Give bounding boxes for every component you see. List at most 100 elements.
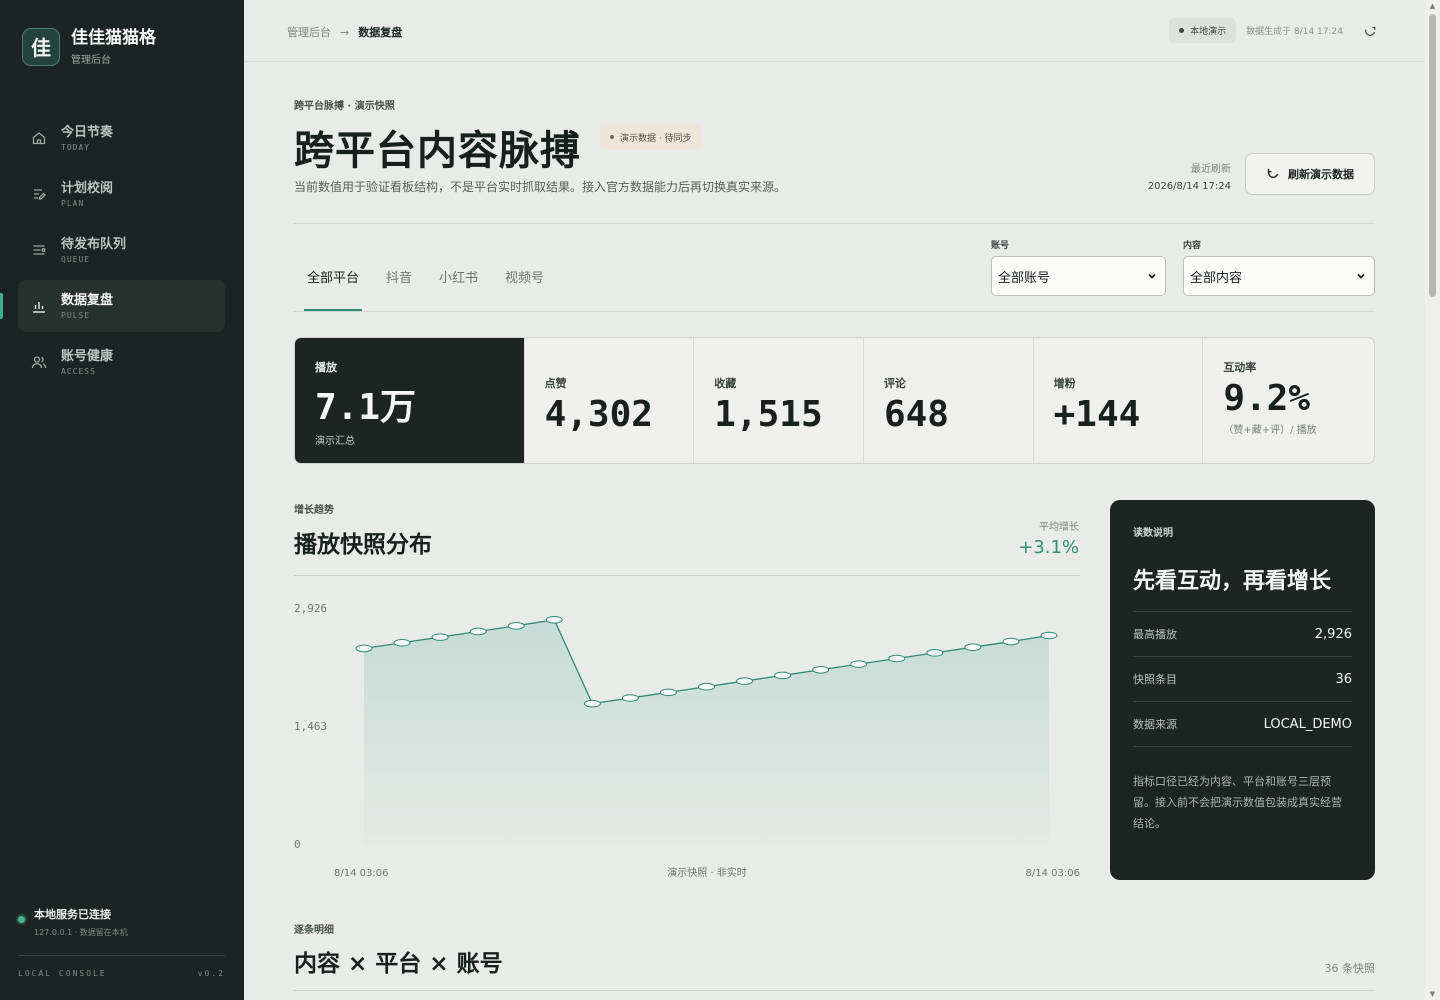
- page-title: 跨平台内容脉搏: [294, 128, 581, 174]
- scroll-thumb[interactable]: [1429, 14, 1436, 297]
- data-point[interactable]: [850, 660, 868, 668]
- data-point[interactable]: [545, 615, 563, 624]
- card-title: 先看互动，再看增长: [1133, 569, 1332, 594]
- stat-label: 收藏: [714, 377, 737, 390]
- data-point[interactable]: [698, 682, 715, 691]
- stat-note: （赞+藏+评）/ 播放: [1223, 425, 1317, 436]
- avg-growth: 平均增长 +3.1%: [1018, 518, 1079, 558]
- page-scrollbar[interactable]: ▲ ▼: [1425, 0, 1440, 1000]
- stat-label: 评论: [883, 377, 906, 390]
- sidebar-item-queue[interactable]: 待发布队列 QUEUE: [18, 224, 225, 276]
- data-point[interactable]: [1002, 637, 1020, 646]
- sidebar-item-sub: QUEUE: [61, 254, 91, 264]
- server-status: 本地服务已连接 127.0.0.1 · 数据留在本机: [18, 906, 128, 938]
- tab-shipinhao[interactable]: 视频号: [505, 262, 544, 291]
- trend-title: 播放快照分布: [294, 532, 432, 558]
- data-point[interactable]: [812, 665, 830, 674]
- avg-growth-value: +3.1%: [1018, 537, 1079, 558]
- hero-eyebrow: 跨平台脉搏 · 演示快照: [294, 101, 395, 112]
- sidebar-item-plan[interactable]: 计划校阅 PLAN: [18, 168, 225, 220]
- scroll-down-icon[interactable]: ▼: [1428, 990, 1437, 998]
- sidebar-item-sub: TODAY: [61, 142, 91, 152]
- data-point[interactable]: [774, 671, 792, 680]
- x-tick-label: 8/14 03:06: [334, 868, 388, 879]
- topbar: 管理后台 → 数据复盘 本地演示 数据生成于 8/14 17:24: [244, 0, 1425, 62]
- data-point[interactable]: [393, 638, 411, 647]
- page-description: 当前数值用于验证看板结构，不是平台实时抓取结果。接入官方数据能力后再切换真实来源…: [294, 180, 787, 194]
- divider: [18, 955, 225, 956]
- content-select[interactable]: 全部内容: [1183, 256, 1375, 296]
- x-tick-label: 8/14 03:06: [1026, 868, 1080, 879]
- plan-icon: [30, 185, 48, 203]
- stat-label: 播放: [315, 361, 337, 374]
- info-value: 36: [1335, 671, 1352, 687]
- data-point[interactable]: [926, 649, 944, 657]
- refresh-demo-data-label: 刷新演示数据: [1288, 168, 1354, 181]
- info-row-snapshot-count: 快照条目 36: [1133, 657, 1352, 702]
- series-area: [364, 619, 1049, 844]
- data-point[interactable]: [507, 622, 525, 630]
- content-filter-label: 内容: [1183, 241, 1202, 251]
- dot-icon: [610, 135, 614, 139]
- data-point[interactable]: [355, 644, 373, 653]
- users-icon: [30, 353, 48, 371]
- sidebar-item-sub: ACCESS: [61, 366, 96, 376]
- stat-label: 增粉: [1053, 377, 1076, 390]
- divider: [294, 575, 1080, 576]
- data-point[interactable]: [736, 677, 754, 685]
- sidebar-item-today[interactable]: 今日节奏 TODAY: [18, 112, 225, 164]
- snapshot-count: 36 条快照: [1324, 962, 1376, 975]
- tab-all-platforms[interactable]: 全部平台: [307, 262, 359, 291]
- divider: [294, 311, 1375, 312]
- stat-comments: 评论 648: [864, 338, 1034, 463]
- sidebar-item-pulse[interactable]: 数据复盘 PULSE: [0, 280, 225, 332]
- bar-chart-icon: [30, 297, 48, 315]
- data-point[interactable]: [888, 654, 906, 663]
- account-filter-label: 账号: [991, 241, 1010, 251]
- info-key: 快照条目: [1133, 673, 1177, 686]
- refresh-demo-data-button[interactable]: 刷新演示数据: [1245, 153, 1375, 195]
- status-dot-icon: [18, 916, 25, 923]
- data-point[interactable]: [583, 699, 601, 708]
- data-point[interactable]: [964, 643, 982, 651]
- info-key: 最高播放: [1133, 628, 1177, 641]
- sidebar: 佳 佳佳猫猫格 管理后台 今日节奏 TODAY 计划校阅 PLAN 待发布队列 …: [0, 0, 244, 1000]
- breadcrumb-root[interactable]: 管理后台: [287, 24, 331, 40]
- account-select[interactable]: 全部账号: [991, 256, 1166, 296]
- stat-value: 7.1万: [315, 387, 417, 428]
- stat-saves: 收藏 1,515: [694, 338, 864, 463]
- stat-value: 4,302: [544, 394, 653, 435]
- tab-douyin[interactable]: 抖音: [386, 262, 412, 291]
- stat-note: 演示汇总: [315, 436, 355, 447]
- sidebar-item-access[interactable]: 账号健康 ACCESS: [18, 336, 225, 388]
- sidebar-item-label: 数据复盘: [61, 292, 114, 308]
- demo-data-badge-label: 演示数据 · 待同步: [620, 133, 692, 144]
- platform-tabs: 全部平台 抖音 小红书 视频号: [294, 262, 571, 291]
- brand-logo: 佳: [22, 27, 60, 66]
- sidebar-item-label: 今日节奏: [61, 124, 114, 140]
- home-icon: [30, 129, 48, 147]
- data-point[interactable]: [621, 694, 639, 702]
- generated-time: 数据生成于 8/14 17:24: [1246, 27, 1343, 37]
- tab-xiaohongshu[interactable]: 小红书: [439, 262, 478, 291]
- breadcrumb-current: 数据复盘: [358, 26, 403, 39]
- refresh-icon[interactable]: [1363, 24, 1377, 38]
- console-label: LOCAL CONSOLE: [18, 969, 107, 978]
- data-point[interactable]: [1040, 631, 1058, 640]
- stat-engagement-rate: 互动率 9.2% （赞+藏+评）/ 播放: [1203, 338, 1374, 463]
- brand[interactable]: 佳 佳佳猫猫格 管理后台: [22, 27, 156, 66]
- account-filter: 账号 全部账号: [991, 238, 1166, 296]
- data-point[interactable]: [431, 633, 449, 641]
- info-value: 2,926: [1314, 626, 1352, 642]
- scroll-up-icon[interactable]: ▲: [1428, 2, 1437, 10]
- sidebar-item-sub: PLAN: [61, 198, 85, 208]
- stat-value: +144: [1053, 394, 1141, 435]
- sidebar-item-label: 待发布队列: [61, 236, 127, 252]
- y-tick-label: 2,926: [294, 602, 327, 615]
- dot-icon: [1179, 28, 1185, 33]
- data-point[interactable]: [469, 627, 487, 636]
- card-eyebrow: 读数说明: [1133, 528, 1173, 539]
- server-status-detail: 127.0.0.1 · 数据留在本机: [34, 928, 128, 937]
- data-point[interactable]: [659, 688, 677, 697]
- queue-icon: [30, 241, 48, 259]
